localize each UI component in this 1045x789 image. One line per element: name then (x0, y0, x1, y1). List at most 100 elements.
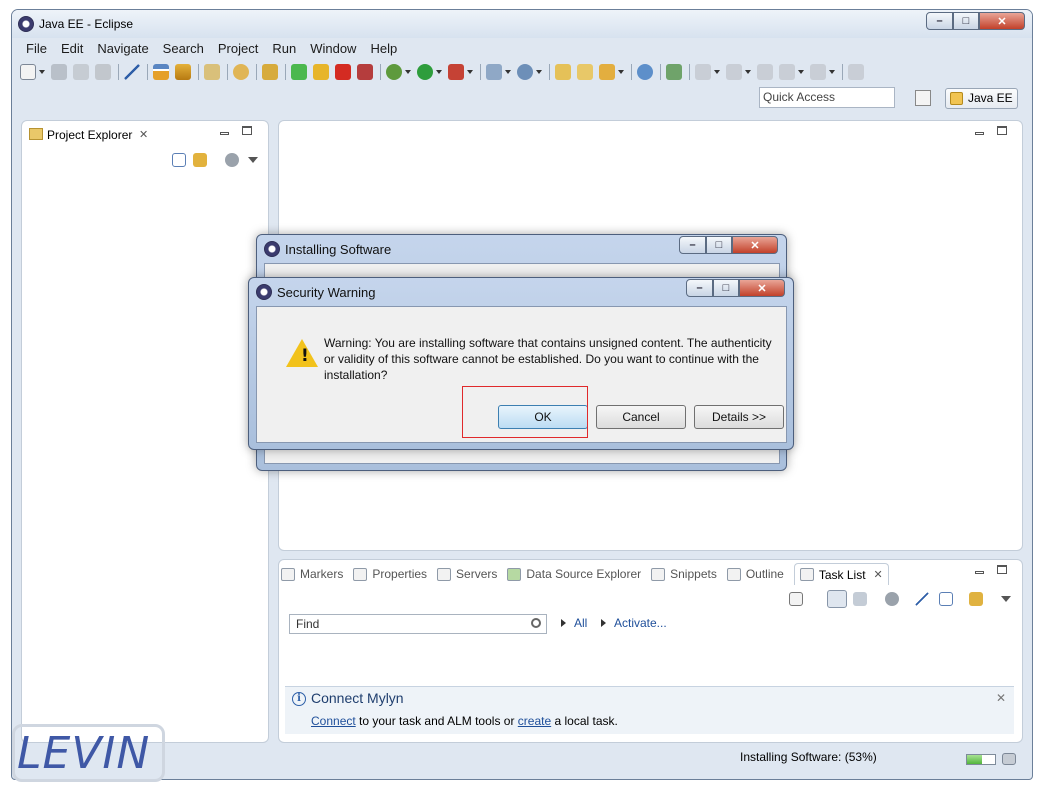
previous-edit-dropdown-icon[interactable] (745, 70, 751, 74)
minimize-button[interactable]: – (926, 12, 953, 30)
menu-project[interactable]: Project (218, 38, 258, 60)
print-icon[interactable] (95, 64, 111, 80)
maximize-button[interactable]: □ (713, 279, 739, 297)
filter-completed-icon[interactable] (885, 592, 899, 606)
maximize-button[interactable]: □ (706, 236, 732, 254)
perspective-java-ee-button[interactable]: Java EE (945, 88, 1018, 109)
filter-all[interactable]: All (561, 616, 587, 630)
undo-icon[interactable] (233, 64, 249, 80)
terminate-icon[interactable] (335, 64, 351, 80)
maximize-view-icon[interactable] (242, 126, 252, 138)
tab-project-explorer[interactable]: Project Explorer ✕ (25, 124, 153, 146)
menu-search[interactable]: Search (163, 38, 204, 60)
refactor-icon[interactable] (204, 64, 220, 80)
collapse-all-icon[interactable] (939, 592, 953, 606)
globe-icon[interactable] (637, 64, 653, 80)
filter-icon[interactable] (225, 153, 239, 167)
close-button[interactable]: ✕ (739, 279, 785, 297)
debug-icon[interactable] (386, 64, 402, 80)
details-button[interactable]: Details >> (694, 405, 784, 429)
menu-help[interactable]: Help (370, 38, 397, 60)
forward-dropdown-icon[interactable] (829, 70, 835, 74)
build-icon[interactable] (153, 64, 169, 80)
scheduled-icon[interactable] (853, 592, 867, 606)
search-icon[interactable] (599, 64, 615, 80)
tab-servers[interactable]: Servers (437, 563, 497, 585)
tab-task-list[interactable]: Task List ✕ (793, 563, 889, 585)
minimize-view-icon[interactable] (975, 565, 984, 577)
menu-file[interactable]: File (26, 38, 47, 60)
new-task-icon[interactable] (789, 592, 803, 606)
tab-properties[interactable]: Properties (353, 563, 427, 585)
debug-dropdown-icon[interactable] (405, 70, 411, 74)
minimize-button[interactable]: – (686, 279, 713, 297)
tab-snippets[interactable]: Snippets (651, 563, 717, 585)
close-tab-icon[interactable]: ✕ (139, 124, 148, 146)
pin-editor-icon[interactable] (848, 64, 864, 80)
minimize-view-icon[interactable] (220, 126, 229, 138)
close-button[interactable]: ✕ (732, 236, 778, 254)
menu-edit[interactable]: Edit (61, 38, 83, 60)
maximize-editor-icon[interactable] (997, 126, 1007, 138)
run-icon[interactable] (417, 64, 433, 80)
cancel-button[interactable]: Cancel (596, 405, 686, 429)
new-server-dropdown-icon[interactable] (505, 70, 511, 74)
last-edit-icon[interactable] (757, 64, 773, 80)
menu-navigate[interactable]: Navigate (97, 38, 148, 60)
save-icon[interactable] (51, 64, 67, 80)
focus-icon[interactable] (915, 592, 929, 606)
minimize-button[interactable]: – (679, 236, 706, 254)
toggle-mark-icon[interactable] (124, 64, 140, 80)
next-annotation-icon[interactable] (666, 64, 682, 80)
external-tools-dropdown-icon[interactable] (467, 70, 473, 74)
synchronize-icon[interactable] (969, 592, 983, 606)
new-class-icon[interactable] (517, 64, 533, 80)
forward-icon[interactable] (810, 64, 826, 80)
quick-access-input[interactable]: Quick Access (759, 87, 895, 108)
run-dropdown-icon[interactable] (436, 70, 442, 74)
create-link[interactable]: create (518, 714, 551, 728)
back-dropdown-icon[interactable] (798, 70, 804, 74)
activate-task[interactable]: Activate... (601, 616, 667, 630)
collapse-all-icon[interactable] (172, 153, 186, 167)
all-link[interactable]: All (574, 616, 587, 630)
progress-view-icon[interactable] (1002, 753, 1016, 765)
tab-data-source-explorer[interactable]: Data Source Explorer (507, 563, 641, 585)
new-dropdown-icon[interactable] (39, 70, 45, 74)
tab-outline[interactable]: Outline (726, 563, 784, 585)
save-all-icon[interactable] (73, 64, 89, 80)
progress-bar[interactable] (966, 754, 996, 765)
publish-icon[interactable] (175, 64, 191, 80)
disconnect-icon[interactable] (357, 64, 373, 80)
new-icon[interactable] (20, 64, 36, 80)
external-tools-icon[interactable] (448, 64, 464, 80)
tab-markers[interactable]: Markers (281, 563, 343, 585)
new-class-dropdown-icon[interactable] (536, 70, 542, 74)
close-tab-icon[interactable]: ✕ (874, 568, 883, 581)
open-type-icon[interactable] (555, 64, 571, 80)
step-icon[interactable] (262, 64, 278, 80)
find-input[interactable]: Find (289, 614, 547, 634)
connect-link[interactable]: Connect (311, 714, 356, 728)
view-menu-icon[interactable] (248, 157, 258, 163)
next-edit-dropdown-icon[interactable] (714, 70, 720, 74)
open-task-icon[interactable] (577, 64, 593, 80)
menu-run[interactable]: Run (272, 38, 296, 60)
resume-icon[interactable] (291, 64, 307, 80)
next-edit-icon[interactable] (695, 64, 711, 80)
minimize-editor-icon[interactable] (975, 126, 984, 138)
view-menu-icon[interactable] (1001, 596, 1011, 602)
close-banner-icon[interactable]: ✕ (996, 691, 1006, 705)
open-perspective-icon[interactable] (915, 90, 931, 106)
search-dropdown-icon[interactable] (618, 70, 624, 74)
close-button[interactable]: ✕ (979, 12, 1025, 30)
maximize-button[interactable]: □ (953, 12, 979, 30)
activate-link[interactable]: Activate... (614, 616, 667, 630)
maximize-view-icon[interactable] (997, 565, 1007, 577)
menu-window[interactable]: Window (310, 38, 356, 60)
new-server-icon[interactable] (486, 64, 502, 80)
categorized-icon[interactable] (827, 590, 847, 608)
link-with-editor-icon[interactable] (193, 153, 207, 167)
suspend-icon[interactable] (313, 64, 329, 80)
back-icon[interactable] (779, 64, 795, 80)
